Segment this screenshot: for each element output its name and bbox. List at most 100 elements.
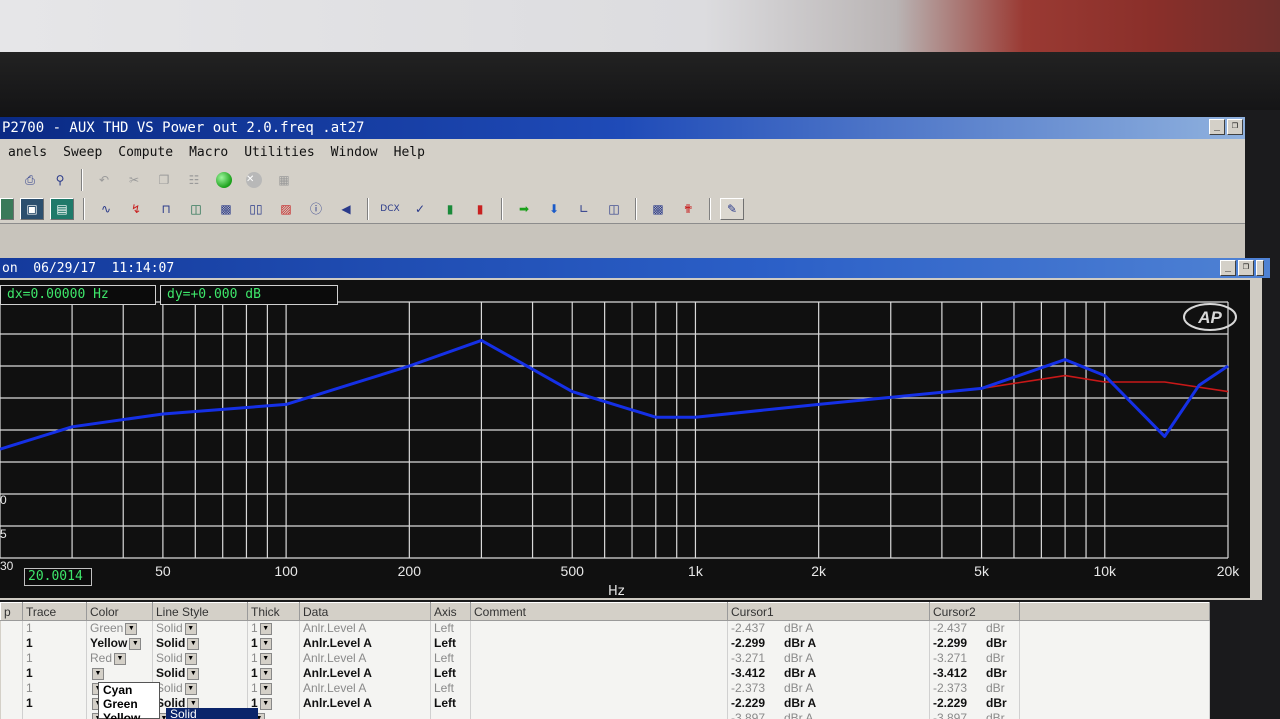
undo-icon[interactable]: ↶ [92, 169, 116, 191]
p-cell[interactable] [0, 650, 23, 666]
digital-bars-icon[interactable]: ▯▯ [244, 198, 268, 220]
data-cell[interactable]: Anlr.Level A [299, 680, 431, 696]
chevron-down-icon[interactable]: ▼ [259, 623, 272, 636]
comment-cell[interactable] [470, 620, 728, 636]
chevron-down-icon[interactable]: ▼ [184, 623, 197, 636]
table-row[interactable]: 1 Green ▼ Solid ▼ 1 ▼ Anlr.Level A Left -2.437 dBr… [0, 620, 1210, 636]
menu-sweep[interactable]: Sweep [55, 145, 110, 160]
minimize-button[interactable]: _ [1209, 119, 1225, 135]
chevron-down-icon[interactable]: ▼ [259, 637, 272, 650]
axis-cell[interactable]: Left [430, 695, 471, 711]
col-header-cursor2[interactable]: Cursor2 [929, 602, 1020, 621]
table-row[interactable]: 1 ▼ Solid ▼ 1 ▼ Anlr.Level A Left -3.412 dBr A -3.… [0, 665, 1210, 681]
check-icon[interactable]: ✓ [408, 198, 432, 220]
digital-icon[interactable]: ▩ [646, 198, 670, 220]
cursor1-cell[interactable]: -2.437 dBr A [727, 620, 930, 636]
col-header-line-style[interactable]: Line Style [152, 602, 248, 621]
menu-window[interactable]: Window [323, 145, 386, 160]
arrow-right-icon[interactable]: ➡ [512, 198, 536, 220]
color-cell[interactable]: Yellow ▼ [86, 635, 153, 651]
style-cell[interactable]: Solid ▼ [152, 650, 248, 666]
p-cell[interactable] [0, 635, 23, 651]
arrow-down-icon[interactable]: ⬇ [542, 198, 566, 220]
axis-cell[interactable]: Left [430, 665, 471, 681]
cursor2-cell[interactable]: -2.229 dBr [929, 695, 1020, 711]
menu-macro[interactable]: Macro [181, 145, 236, 160]
cursor-icon[interactable]: ✟ [676, 198, 700, 220]
chevron-down-icon[interactable]: ▼ [187, 667, 200, 680]
data-cell[interactable]: Anlr.Level A [299, 620, 431, 636]
axis-cell[interactable]: Left [430, 620, 471, 636]
line-style-selected[interactable]: Solid [166, 708, 258, 719]
chevron-down-icon[interactable]: ▼ [259, 652, 272, 665]
blank-cell[interactable] [1019, 620, 1210, 636]
thick-cell[interactable]: 1 ▼ [247, 620, 300, 636]
cursor2-cell[interactable]: -3.412 dBr [929, 665, 1020, 681]
wave-icon[interactable]: ↯ [124, 198, 148, 220]
chevron-down-icon[interactable]: ▼ [184, 682, 197, 695]
style-cell[interactable]: Solid ▼ [152, 665, 248, 681]
trace-cell[interactable]: 1 [22, 695, 87, 711]
col-header-color[interactable]: Color [86, 602, 153, 621]
dcx-icon[interactable]: DCX [378, 198, 402, 220]
axis-cell[interactable] [430, 710, 471, 719]
copy-icon[interactable]: ❐ [152, 169, 176, 191]
color-cell[interactable]: Red ▼ [86, 650, 153, 666]
data-cell[interactable]: Anlr.Level A [299, 635, 431, 651]
trace-cell[interactable]: 1 [22, 620, 87, 636]
analyzer-icon[interactable]: ▤ [50, 197, 74, 220]
data-cell[interactable]: Anlr.Level A [299, 665, 431, 681]
chevron-down-icon[interactable]: ▼ [187, 637, 200, 650]
axis-cell[interactable]: Left [430, 680, 471, 696]
wave-pattern-icon[interactable]: ▨ [274, 198, 298, 220]
col-header-p[interactable]: p [0, 602, 23, 621]
color-cell[interactable]: Green ▼ [86, 620, 153, 636]
col-header-trace[interactable]: Trace [22, 602, 87, 621]
trace-cell[interactable]: 1 [22, 635, 87, 651]
graph-minimize-button[interactable]: _ [1220, 260, 1236, 276]
data-cell[interactable] [299, 710, 431, 719]
cursor1-cell[interactable]: -2.373 dBr A [727, 680, 930, 696]
thick-cell[interactable]: 1 ▼ [247, 665, 300, 681]
blank-cell[interactable] [1019, 695, 1210, 711]
trace-cell[interactable]: 1 [22, 680, 87, 696]
col-header-axis[interactable]: Axis [430, 602, 471, 621]
chevron-down-icon[interactable]: ▼ [184, 652, 197, 665]
data-cell[interactable]: Anlr.Level A [299, 695, 431, 711]
data-cell[interactable]: Anlr.Level A [299, 650, 431, 666]
comment-cell[interactable] [470, 635, 728, 651]
graph-icon[interactable]: ∟ [572, 198, 596, 220]
p-cell[interactable] [0, 710, 23, 719]
dc-icon[interactable]: ◫ [184, 198, 208, 220]
cursor2-cell[interactable]: -2.437 dBr [929, 620, 1020, 636]
trace-cell[interactable]: 1 [22, 665, 87, 681]
chevron-down-icon[interactable]: ▼ [92, 667, 104, 680]
menu-panels[interactable]: anels [0, 145, 55, 160]
comment-cell[interactable] [470, 710, 728, 719]
style-cell[interactable]: Solid ▼ [152, 635, 248, 651]
panel1-icon[interactable] [0, 197, 14, 220]
cursor2-cell[interactable]: -3.271 dBr [929, 650, 1020, 666]
blank-cell[interactable] [1019, 680, 1210, 696]
sweep-icon[interactable]: ▦ [272, 169, 296, 191]
color-dropdown-list[interactable]: Cyan Green Yellow [98, 682, 160, 719]
axis-cell[interactable]: Left [430, 635, 471, 651]
cursor1-cell[interactable]: -2.229 dBr A [727, 695, 930, 711]
panel2-icon[interactable]: ▣ [20, 197, 44, 220]
start-frequency-field[interactable]: 20.0014 [24, 568, 92, 586]
go-icon[interactable] [212, 169, 236, 191]
menu-help[interactable]: Help [386, 145, 433, 160]
col-header-thick[interactable]: Thick [247, 602, 300, 621]
comment-cell[interactable] [470, 665, 728, 681]
table-row[interactable]: 1 Red ▼ Solid ▼ 1 ▼ Anlr.Level A Left -3.271 dBr A… [0, 650, 1210, 666]
chevron-down-icon[interactable]: ▼ [259, 697, 272, 710]
color-option-cyan[interactable]: Cyan [103, 683, 159, 697]
restore-button[interactable]: ❒ [1227, 119, 1243, 135]
bars1-icon[interactable]: ▮ [438, 198, 462, 220]
filter-icon[interactable]: ∿ [94, 198, 118, 220]
thick-cell[interactable]: 1 ▼ [247, 650, 300, 666]
thick-cell[interactable]: 1 ▼ [247, 635, 300, 651]
p-cell[interactable] [0, 665, 23, 681]
menu-utilities[interactable]: Utilities [236, 145, 322, 160]
chevron-down-icon[interactable]: ▼ [129, 637, 142, 650]
